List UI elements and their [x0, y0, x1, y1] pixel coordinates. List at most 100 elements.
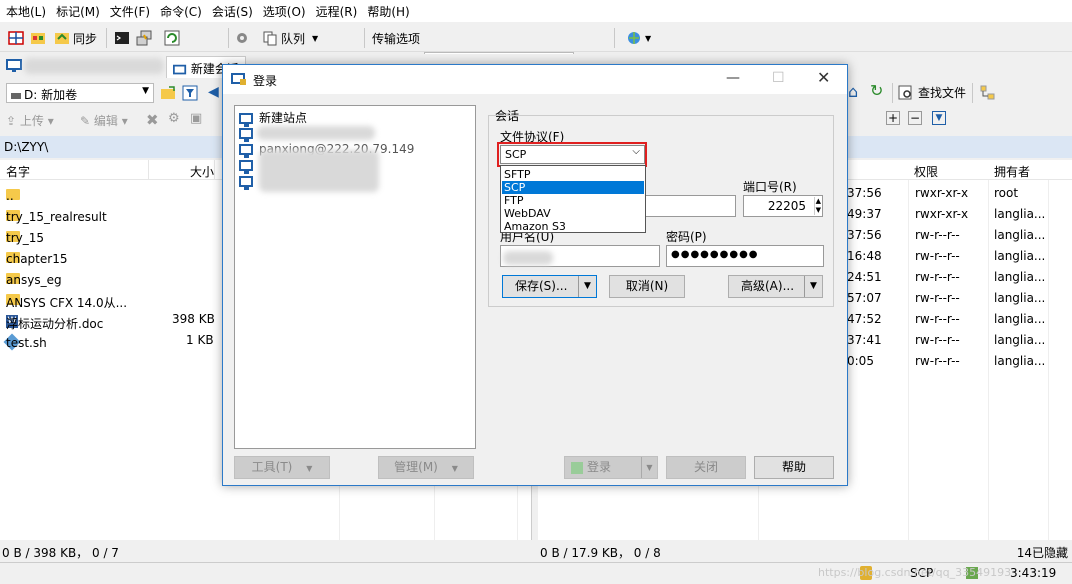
refresh-button[interactable]: [164, 28, 180, 48]
tools-button[interactable]: 工具(T) ▼: [234, 456, 330, 479]
network-button[interactable]: ▼: [626, 28, 651, 48]
terminal-button[interactable]: [114, 28, 130, 48]
list-item[interactable]: ansys_eg: [0, 267, 222, 288]
menu-remote[interactable]: 远程(R): [310, 0, 362, 20]
redacted-site: [257, 126, 375, 140]
permissions: rw-r--r--: [915, 291, 960, 305]
watermark: https://blog.csdn.net/qq_33549193: [818, 566, 1012, 579]
col-name[interactable]: 名字: [6, 163, 30, 180]
port-field[interactable]: 22205 ▲ ▼: [743, 195, 823, 217]
permissions: rw-r--r--: [915, 333, 960, 347]
back-arrow-icon[interactable]: ◀: [208, 84, 219, 100]
site-redacted[interactable]: [239, 158, 259, 174]
queue-button[interactable]: 队列 ▼: [262, 28, 318, 48]
col-size[interactable]: 大小: [190, 163, 214, 180]
site-label: 新建站点: [259, 111, 308, 125]
modified-time: 37:56: [847, 186, 882, 200]
menu-commands[interactable]: 命令(C): [154, 0, 206, 20]
protocol-option[interactable]: WebDAV: [502, 207, 644, 220]
menu-file[interactable]: 文件(F): [104, 0, 154, 20]
minimize-icon[interactable]: —: [726, 70, 740, 86]
list-item[interactable]: ..: [0, 183, 222, 204]
menu-mark[interactable]: 标记(M): [50, 0, 104, 20]
file-name: try_15: [6, 231, 45, 245]
cancel-button[interactable]: 取消(N): [609, 275, 685, 298]
synchronize-button[interactable]: 同步: [54, 28, 97, 48]
list-item[interactable]: ANSYS CFX 14.0从...: [0, 288, 222, 310]
menu-session[interactable]: 会话(S): [206, 0, 257, 20]
menu-local[interactable]: 本地(L): [0, 0, 50, 20]
protocol-option[interactable]: FTP: [502, 194, 644, 207]
login-icon: [571, 461, 583, 474]
save-label: 保存(S)...: [515, 279, 568, 293]
save-button[interactable]: 保存(S)... ▼: [502, 275, 597, 298]
site-new[interactable]: 新建站点: [239, 109, 308, 127]
properties-icon[interactable]: ⚙: [168, 111, 180, 126]
filter-icon[interactable]: [182, 85, 198, 101]
col-owner[interactable]: 拥有者: [994, 163, 1030, 180]
menu-help[interactable]: 帮助(H): [361, 0, 413, 20]
port-spinner-icon[interactable]: ▲ ▼: [813, 197, 821, 215]
filter-icon[interactable]: ▼: [932, 111, 946, 125]
upload-button[interactable]: ⇪ 上传 ▾: [6, 112, 54, 129]
edit-button[interactable]: ✎ 编辑 ▾: [80, 112, 128, 129]
help-button[interactable]: 帮助: [754, 456, 834, 479]
manage-button[interactable]: 管理(M) ▼: [378, 456, 474, 479]
find-files-button[interactable]: 查找文件: [898, 84, 966, 101]
advanced-dropdown-icon[interactable]: ▼: [804, 276, 822, 297]
advanced-button[interactable]: 高级(A)... ▼: [728, 275, 823, 298]
home-icon[interactable]: ⌂: [848, 82, 858, 101]
col-permissions[interactable]: 权限: [914, 163, 938, 180]
rename-icon[interactable]: ▣: [190, 111, 202, 126]
open-folder-icon[interactable]: [160, 85, 176, 101]
protocol-dropdown-list[interactable]: SFTP SCP FTP WebDAV Amazon S3: [500, 165, 646, 233]
permissions: rw-r--r--: [915, 270, 960, 284]
delete-icon[interactable]: ✖: [146, 111, 159, 129]
site-list[interactable]: 新建站点 panxiong@222.20.79.149: [234, 105, 476, 449]
sync-browse-button[interactable]: [30, 28, 46, 48]
refresh-icon[interactable]: ↻: [870, 81, 883, 100]
close-icon[interactable]: ✕: [817, 68, 830, 87]
owner: langlia...: [994, 312, 1046, 326]
transfer-options-text: 传输选项: [372, 31, 421, 46]
list-item[interactable]: chapter15: [0, 246, 222, 267]
login-dialog: 登录 — ☐ ✕ 新建站点 panxiong@222.20.79.149 工具(…: [222, 64, 848, 486]
network-dropdown-icon: ▼: [645, 33, 652, 43]
password-field[interactable]: ●●●●●●●●●: [666, 245, 824, 267]
compare-dirs-button[interactable]: [8, 28, 24, 48]
list-item[interactable]: try_15_realresult: [0, 204, 222, 225]
owner: langlia...: [994, 228, 1046, 242]
protocol-option-selected[interactable]: SCP: [502, 181, 644, 194]
permissions: rw-r--r--: [915, 354, 960, 368]
local-drive-select[interactable]: D: 新加卷 ▼: [6, 83, 154, 103]
list-item[interactable]: try_15: [0, 225, 222, 246]
port-label: 端口号(R): [743, 180, 797, 194]
maximize-icon: ☐: [772, 70, 785, 86]
collapse-icon[interactable]: −: [908, 111, 922, 125]
list-item[interactable]: test.sh 1 KB: [0, 330, 222, 351]
preferences-button[interactable]: [234, 28, 250, 48]
modified-time: 16:48: [847, 249, 882, 263]
site-redacted[interactable]: [239, 174, 259, 190]
save-dropdown-icon[interactable]: ▼: [578, 276, 596, 297]
list-item[interactable]: W 浮标运动分析.doc 398 KB: [0, 309, 222, 331]
site-redacted[interactable]: [239, 126, 259, 142]
chevron-down-icon: ▼: [142, 86, 149, 96]
manage-label: 管理(M): [394, 460, 438, 474]
modified-time: 0:05: [847, 354, 874, 368]
new-session-icon: [173, 64, 187, 74]
close-button[interactable]: 关闭: [666, 456, 746, 479]
compare-icon: [8, 31, 24, 45]
putty-button[interactable]: [136, 28, 152, 48]
protocol-option[interactable]: SFTP: [502, 168, 644, 181]
monitor-icon: [239, 113, 253, 127]
redacted-session-tab: [24, 58, 164, 74]
search-icon: [898, 85, 912, 99]
menu-options[interactable]: 选项(O): [257, 0, 310, 20]
tree-icon[interactable]: [980, 85, 996, 101]
protocol-option[interactable]: Amazon S3: [502, 220, 644, 233]
expand-icon[interactable]: +: [886, 111, 900, 125]
password-value: ●●●●●●●●●: [671, 249, 759, 260]
local-actions: ⇪ 上传 ▾ ✎ 编辑 ▾ ✖ ⚙ ▣: [0, 108, 222, 134]
login-button[interactable]: 登录 ▼: [564, 456, 658, 479]
